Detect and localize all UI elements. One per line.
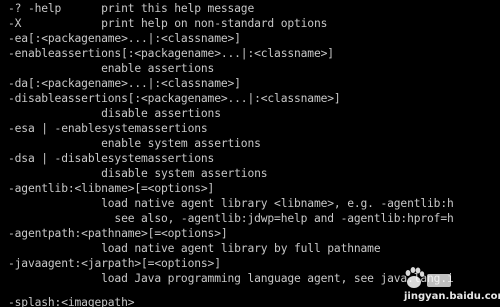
- console-line: -enableassertions[:<packagename>...|:<cl…: [8, 47, 334, 60]
- console-line: -ea[:<packagename>...|:<classname>]: [8, 32, 241, 45]
- console-line: load native agent library <libname>, e.g…: [8, 197, 454, 210]
- console-line: -disableassertions[:<packagename>...|:<c…: [8, 92, 341, 105]
- console-line: -? -help print this help message: [8, 2, 255, 15]
- console-line: disable system assertions: [8, 167, 268, 180]
- console-line: enable assertions: [8, 62, 215, 75]
- console-line: -X print help on non-standard options: [8, 17, 328, 30]
- baidu-paw-logo: [405, 267, 451, 288]
- console-line: load Java programming language agent, se…: [8, 272, 454, 285]
- watermark: jingyan.baidu.com: [396, 266, 500, 307]
- watermark-text: jingyan.baidu.com: [404, 291, 500, 302]
- console-line: -javaagent:<jarpath>[=<options>]: [8, 257, 221, 270]
- console-window: -? -help print this help message -X prin…: [0, 0, 500, 307]
- console-line: disable assertions: [8, 107, 221, 120]
- console-line: -agentpath:<pathname>[=<options>]: [8, 227, 228, 240]
- console-line: -splash:<imagepath>: [8, 296, 135, 307]
- console-line: -da[:<packagename>...|:<classname>]: [8, 77, 241, 90]
- console-line: -agentlib:<libname>[=<options>]: [8, 182, 215, 195]
- console-line: enable system assertions: [8, 137, 261, 150]
- console-line: -dsa | -disablesystemassertions: [8, 152, 215, 165]
- console-line: -esa | -enablesystemassertions: [8, 122, 208, 135]
- console-line: load native agent library by full pathna…: [8, 242, 381, 255]
- console-line: see also, -agentlib:jdwp=help and -agent…: [8, 212, 454, 225]
